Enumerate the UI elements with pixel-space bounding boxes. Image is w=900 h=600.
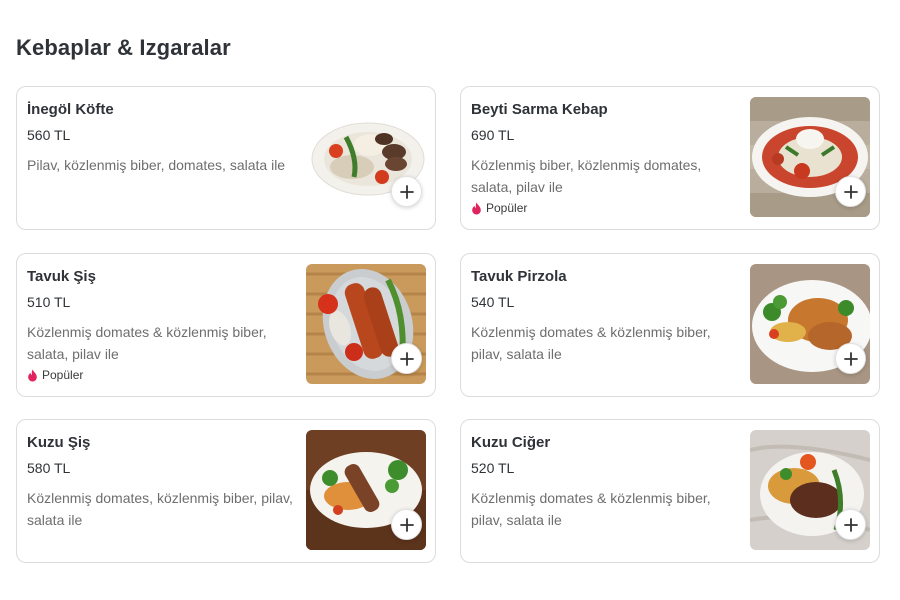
menu-item-description: Közlenmiş domates & közlenmiş biber, pil… (471, 490, 711, 528)
menu-item-description: Közlenmiş biber, közlenmiş domates, sala… (471, 157, 702, 195)
menu-item-description: Közlenmiş domates, közlenmiş biber, pila… (27, 490, 293, 528)
plus-icon (399, 517, 414, 532)
menu-item-description: Közlenmiş domates & közlenmiş biber, sal… (27, 324, 267, 362)
add-to-cart-button[interactable] (391, 509, 422, 540)
add-to-cart-button[interactable] (391, 343, 422, 374)
flame-icon (472, 202, 481, 214)
menu-item-card-kuzu-ciger[interactable]: Kuzu Ciğer 520 TL Közlenmiş domates & kö… (460, 419, 880, 563)
menu-item-description: Közlenmiş domates & közlenmiş biber, pil… (471, 324, 711, 362)
menu-item-name: Tavuk Pirzola (471, 268, 567, 285)
plus-icon (843, 184, 858, 199)
menu-item-card-tavuk-sis[interactable]: Tavuk Şiş 510 TL Közlenmiş domates & köz… (16, 253, 436, 397)
menu-item-name: İnegöl Köfte (27, 101, 114, 118)
menu-item-price: 540 TL (471, 294, 515, 310)
add-to-cart-button[interactable] (391, 176, 422, 207)
plus-icon (399, 351, 414, 366)
menu-item-name: Kuzu Ciğer (471, 434, 551, 451)
menu-item-description: Pilav, közlenmiş biber, domates, salata … (27, 157, 286, 173)
menu-item-card-kuzu-sis[interactable]: Kuzu Şiş 580 TL Közlenmiş domates, közle… (16, 419, 436, 563)
menu-item-card-tavuk-pirzola[interactable]: Tavuk Pirzola 540 TL Közlenmiş domates &… (460, 253, 880, 397)
menu-item-card-beyti-sarma-kebap[interactable]: Beyti Sarma Kebap 690 TL Közlenmiş biber… (460, 86, 880, 230)
popular-badge: Popüler (27, 368, 83, 382)
section-title: Kebaplar & Izgaralar (16, 35, 231, 60)
menu-item-name: Beyti Sarma Kebap (471, 101, 608, 118)
popular-badge: Popüler (471, 201, 527, 215)
plus-icon (843, 517, 858, 532)
menu-item-name: Tavuk Şiş (27, 268, 96, 285)
menu-item-name: Kuzu Şiş (27, 434, 91, 451)
add-to-cart-button[interactable] (835, 509, 866, 540)
menu-item-price: 560 TL (27, 127, 71, 143)
add-to-cart-button[interactable] (835, 343, 866, 374)
menu-item-card-inegol-kofte[interactable]: İnegöl Köfte 560 TL Pilav, közlenmiş bib… (16, 86, 436, 230)
plus-icon (843, 351, 858, 366)
menu-item-price: 690 TL (471, 127, 515, 143)
popular-badge-label: Popüler (42, 368, 84, 382)
menu-item-price: 580 TL (27, 460, 71, 476)
plus-icon (399, 184, 414, 199)
flame-icon (28, 369, 37, 381)
popular-badge-label: Popüler (486, 201, 528, 215)
menu-item-price: 510 TL (27, 294, 71, 310)
add-to-cart-button[interactable] (835, 176, 866, 207)
menu-item-price: 520 TL (471, 460, 515, 476)
